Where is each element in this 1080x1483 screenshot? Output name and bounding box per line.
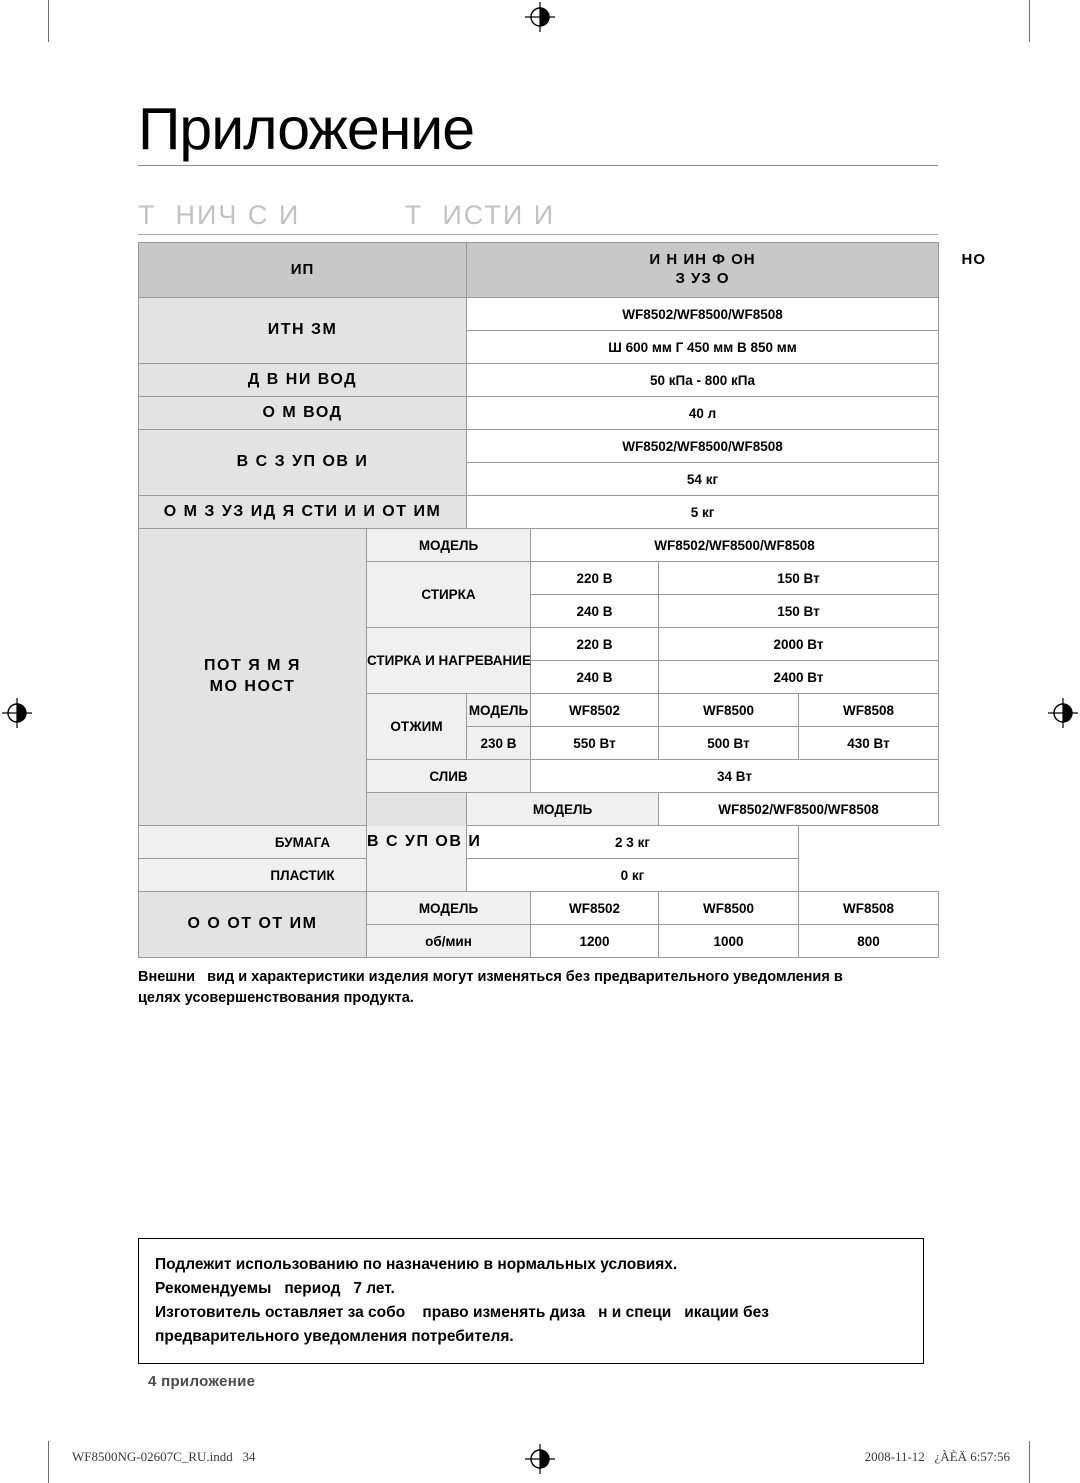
row-label-water-volume: О М ВОД — [138, 396, 467, 431]
wash-power-220: 150 Вт — [657, 561, 940, 596]
title-divider — [138, 165, 938, 166]
wash-heat-voltage-240: 240 В — [530, 660, 659, 695]
registration-mark-right — [1048, 698, 1078, 728]
page-title: Приложение — [138, 96, 475, 162]
row-label-spin-speed: О О ОТ ОТ ИМ — [138, 891, 367, 959]
drain-label: СЛИВ — [366, 759, 531, 794]
section-heading: Т НИЧ С И Т ИСТИ И — [138, 200, 556, 230]
manual-page: Приложение Т НИЧ С И Т ИСТИ И ИП И Н ИН … — [0, 0, 1080, 1483]
spin-power-wf8502: 550 Вт — [530, 726, 659, 761]
table-row-packaging-paper: БУМАГА 2 3 кг — [138, 825, 939, 860]
table-row-packaging-plastic: ПЛАСТИК 0 кг — [138, 858, 939, 893]
spin-model-label: МОДЕЛЬ — [466, 693, 531, 728]
row-label-dimensions: ИТН ЗМ — [138, 297, 467, 365]
specifications-table: ИП И Н ИН Ф ОН З УЗ О НО ИТН ЗМ WF8502/W… — [138, 242, 985, 959]
table-note: Внешни вид и характеристики изделия могу… — [138, 969, 843, 1007]
spin-voltage-label: 230 В — [466, 726, 531, 761]
header-line-1: И Н ИН Ф ОН — [649, 251, 756, 269]
dimensions-size-value: Ш 600 мм Г 450 мм В 850 мм — [465, 330, 940, 365]
row-label-weight: В С З УП ОВ И — [138, 429, 467, 497]
crop-mark-top-left — [48, 0, 49, 42]
wash-heat-label-text: СТИРКА И НАГРЕВАНИЕ — [367, 653, 532, 669]
crop-mark-bottom-left — [48, 1441, 49, 1483]
registration-mark-top — [525, 2, 555, 32]
table-row-spin-speed-model: О О ОТ ОТ ИМ МОДЕЛЬ WF8502 WF8500 WF8508 — [138, 891, 940, 959]
weight-model-value: WF8502/WF8500/WF8508 — [465, 429, 940, 464]
header-cell-description: И Н ИН Ф ОН З УЗ О НО — [465, 242, 985, 299]
spin-speed-model-label: МОДЕЛЬ — [366, 891, 531, 926]
print-filename-footer: WF8500NG-02607C_RU.indd 34 — [72, 1449, 256, 1464]
water-volume-value: 40 л — [465, 396, 940, 431]
spin-speed-wf8500: 1000 — [658, 924, 799, 959]
wash-voltage-240: 240 В — [530, 594, 659, 629]
spin-label: ОТЖИМ — [366, 693, 467, 761]
plastic-label: ПЛАСТИК — [138, 858, 467, 893]
spin-model-wf8502: WF8502 — [530, 693, 659, 728]
spin-speed-model-wf8508: WF8508 — [797, 891, 940, 926]
table-row-water-pressure: Д В НИ ВОД 50 кПа - 800 кПа — [138, 363, 940, 398]
table-row-capacity: О М З УЗ ИД Я СТИ И И ОТ ИМ 5 кг — [138, 495, 940, 530]
wash-heat-voltage-220: 220 В — [530, 627, 659, 662]
header-cell-type: ИП — [138, 242, 467, 299]
warranty-notice-box: Подлежит использованию по назначению в н… — [138, 1238, 924, 1365]
wash-heat-power-240: 2400 Вт — [657, 660, 940, 695]
power-label-line2: МО НОСТ — [209, 678, 296, 696]
table-row-dimensions-model: ИТН ЗМ WF8502/WF8500/WF8508 — [138, 297, 940, 365]
table-header-row: ИП И Н ИН Ф ОН З УЗ О НО — [138, 242, 985, 299]
spin-speed-wf8502: 1200 — [530, 924, 659, 959]
table-row-weight-model: В С З УП ОВ И WF8502/WF8500/WF8508 — [138, 429, 940, 497]
wash-label: СТИРКА — [366, 561, 531, 629]
water-pressure-value: 50 кПа - 800 кПа — [465, 363, 940, 398]
wash-heat-label: СТИРКА И НАГРЕВАНИЕ — [366, 627, 532, 695]
wash-power-240: 150 Вт — [657, 594, 940, 629]
drain-value: 34 Вт — [529, 759, 940, 794]
capacity-value: 5 кг — [465, 495, 940, 530]
print-timestamp-footer: 2008-11-12 ¿ÀÈÄ 6:57:56 — [864, 1449, 1010, 1464]
dimensions-model-value: WF8502/WF8500/WF8508 — [465, 297, 940, 332]
paper-value: 2 3 кг — [466, 825, 799, 860]
crop-mark-bottom-right — [1029, 1441, 1030, 1483]
packaging-model-label: МОДЕЛЬ — [466, 792, 659, 827]
power-model-label: МОДЕЛЬ — [366, 528, 531, 563]
row-label-power-consumption: ПОТ Я М Я МО НОСТ — [138, 528, 367, 827]
spin-speed-unit-label: об/мин — [366, 924, 531, 959]
crop-mark-top-right — [1029, 0, 1030, 42]
spin-speed-model-wf8500: WF8500 — [658, 891, 799, 926]
table-row-power-model: ПОТ Я М Я МО НОСТ МОДЕЛЬ WF8502/WF8500/W… — [138, 528, 940, 827]
table-row-water-volume: О М ВОД 40 л — [138, 396, 940, 431]
plastic-value: 0 кг — [466, 858, 799, 893]
spin-speed-model-wf8502: WF8502 — [530, 891, 659, 926]
weight-value: 54 кг — [465, 462, 940, 497]
page-number-footer: 4 приложение — [148, 1373, 256, 1390]
spin-model-wf8500: WF8500 — [658, 693, 799, 728]
spin-power-wf8508: 430 Вт — [797, 726, 940, 761]
page-content: Приложение Т НИЧ С И Т ИСТИ И ИП И Н ИН … — [138, 96, 985, 1009]
spin-power-wf8500: 500 Вт — [658, 726, 799, 761]
header-overflow-text: НО — [961, 251, 987, 269]
header-line-2: З УЗ О — [675, 270, 730, 288]
row-label-capacity: О М З УЗ ИД Я СТИ И И ОТ ИМ — [138, 495, 467, 530]
power-label-line1: ПОТ Я М Я — [204, 657, 301, 675]
wash-voltage-220: 220 В — [530, 561, 659, 596]
registration-mark-bottom — [525, 1444, 555, 1474]
spin-speed-wf8508: 800 — [797, 924, 940, 959]
registration-mark-left — [2, 698, 32, 728]
wash-heat-power-220: 2000 Вт — [657, 627, 940, 662]
packaging-model-value: WF8502/WF8500/WF8508 — [657, 792, 940, 827]
section-divider — [138, 234, 938, 236]
spin-model-wf8508: WF8508 — [797, 693, 940, 728]
row-label-water-pressure: Д В НИ ВОД — [138, 363, 467, 398]
power-model-value: WF8502/WF8500/WF8508 — [529, 528, 940, 563]
